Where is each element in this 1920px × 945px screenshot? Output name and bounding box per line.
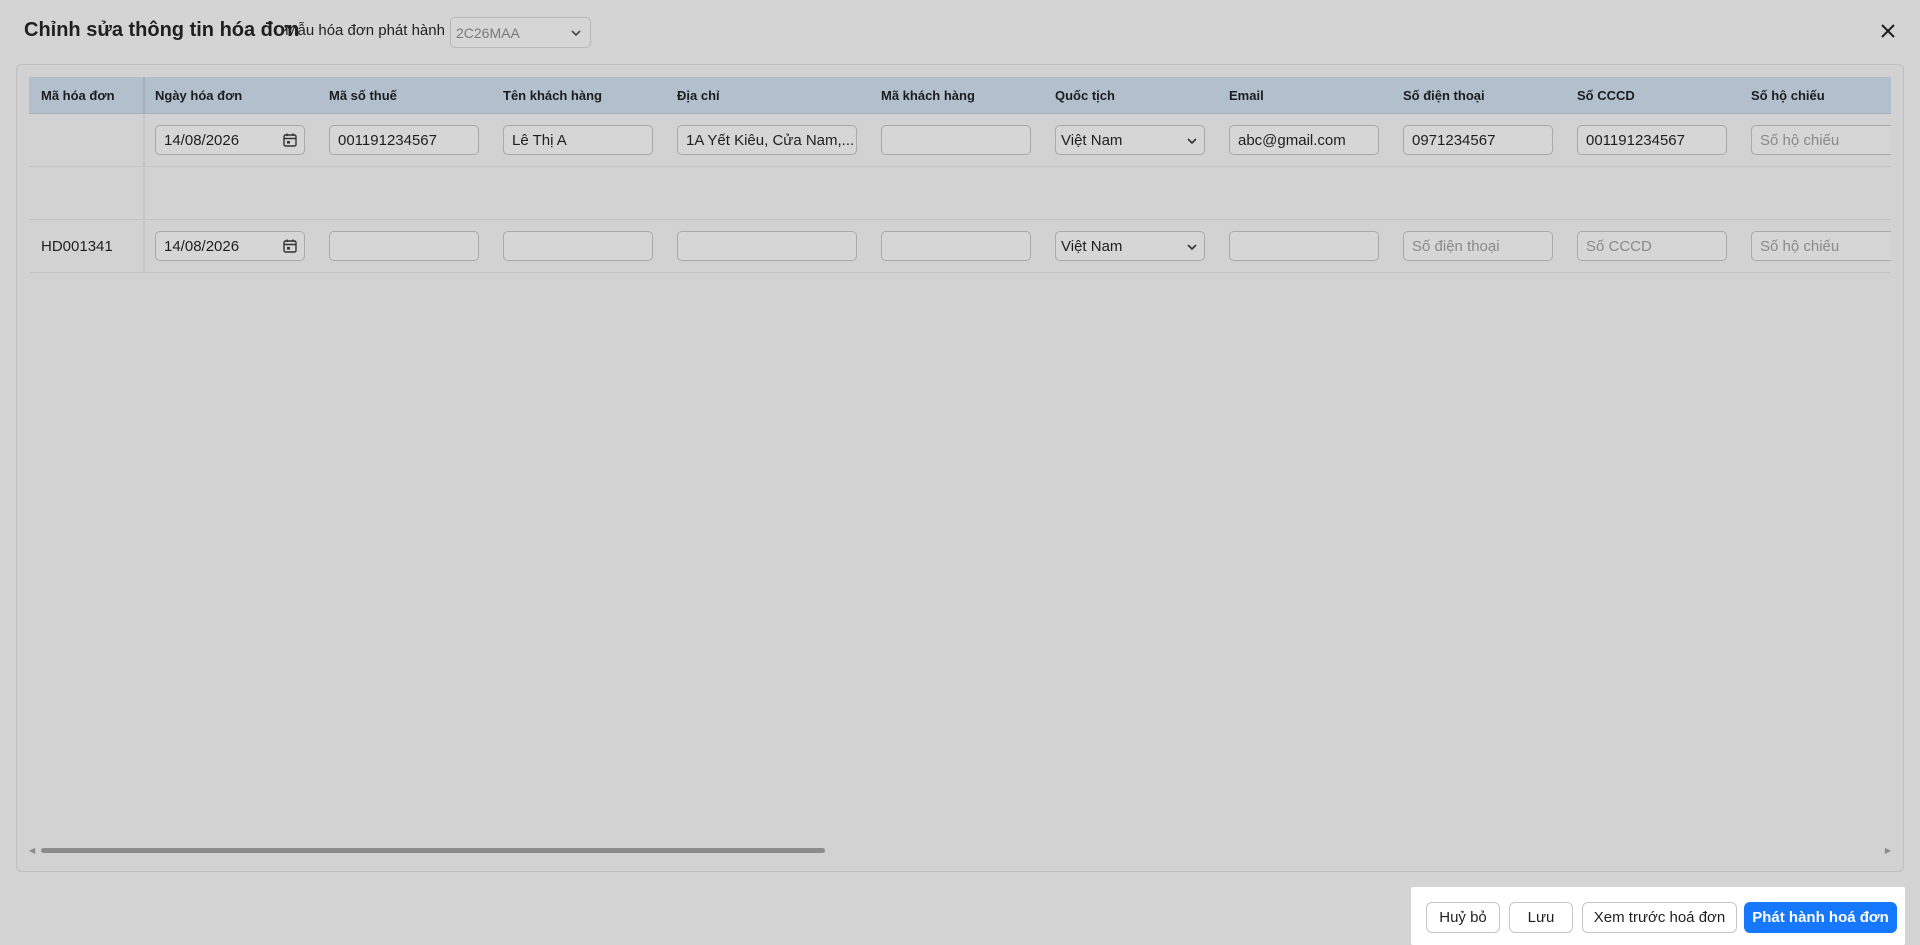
chevron-down-icon xyxy=(571,30,581,37)
dialog-title: Chỉnh sửa thông tin hóa đơn xyxy=(24,19,300,41)
header-divider xyxy=(143,77,145,114)
customer-name-input[interactable]: Lê Thị A xyxy=(503,125,653,155)
phone-input[interactable]: 0971234567 xyxy=(1403,125,1553,155)
customer-code-input[interactable] xyxy=(881,125,1031,155)
tax-code-input[interactable] xyxy=(329,231,479,261)
calendar-icon[interactable] xyxy=(282,238,298,254)
calendar-icon[interactable] xyxy=(282,132,298,148)
nationality-select[interactable]: Việt Nam xyxy=(1055,125,1205,155)
row-divider xyxy=(143,168,145,219)
invoice-date-value: 14/08/2026 xyxy=(164,238,240,255)
dialog-footer: Huỷ bỏ Lưu Xem trước hoá đơn Phát hành h… xyxy=(1411,887,1905,945)
dialog-header: Chỉnh sửa thông tin hóa đơn Mẫu hóa đơn … xyxy=(0,0,1920,64)
save-button[interactable]: Lưu xyxy=(1509,902,1573,933)
scrollbar-thumb[interactable] xyxy=(41,848,825,853)
column-header-customer-name: Tên khách hàng xyxy=(503,88,602,103)
nationality-value: Việt Nam xyxy=(1061,132,1123,149)
column-header-customer-code: Mã khách hàng xyxy=(881,88,975,103)
passport-input[interactable]: Số hộ chiếu xyxy=(1751,125,1891,155)
column-header-email: Email xyxy=(1229,88,1264,103)
invoice-date-value: 14/08/2026 xyxy=(164,132,240,149)
close-icon[interactable] xyxy=(1878,21,1898,41)
invoice-grid: Mã hóa đơn Ngày hóa đơn Mã số thuế Tên k… xyxy=(29,77,1891,849)
row-divider xyxy=(143,115,145,166)
phone-input[interactable]: Số điện thoại xyxy=(1403,231,1553,261)
chevron-down-icon xyxy=(1187,244,1197,251)
template-select-value: 2C26MAA xyxy=(456,24,520,41)
column-header-phone: Số điện thoại xyxy=(1403,88,1485,103)
email-input[interactable] xyxy=(1229,231,1379,261)
cccd-input[interactable]: 001191234567 xyxy=(1577,125,1727,155)
invoice-date-input[interactable]: 14/08/2026 xyxy=(155,231,305,261)
customer-code-input[interactable] xyxy=(881,231,1031,261)
preview-invoice-button[interactable]: Xem trước hoá đơn xyxy=(1582,902,1737,933)
column-header-invoice-code: Mã hóa đơn xyxy=(41,88,115,103)
column-header-cccd: Số CCCD xyxy=(1577,88,1635,103)
cccd-input[interactable]: Số CCCD xyxy=(1577,231,1727,261)
column-header-date: Ngày hóa đơn xyxy=(155,88,243,103)
customer-name-input[interactable] xyxy=(503,231,653,261)
nationality-value: Việt Nam xyxy=(1061,238,1123,255)
cancel-button[interactable]: Huỷ bỏ xyxy=(1426,902,1500,933)
column-header-passport: Số hộ chiếu xyxy=(1751,88,1825,103)
address-input[interactable]: 1A Yết Kiêu, Cửa Nam,... xyxy=(677,125,857,155)
template-label: Mẫu hóa đơn phát hành xyxy=(285,22,445,39)
invoice-date-input[interactable]: 14/08/2026 xyxy=(155,125,305,155)
scroll-right-icon[interactable]: ▶ xyxy=(1885,846,1891,855)
chevron-down-icon xyxy=(1187,138,1197,145)
table-row-empty xyxy=(29,168,1891,220)
passport-input[interactable]: Số hộ chiếu xyxy=(1751,231,1891,261)
column-header-address: Địa chỉ xyxy=(677,88,720,103)
row-divider xyxy=(143,221,145,272)
template-select[interactable]: 2C26MAA xyxy=(450,17,591,48)
table-header: Mã hóa đơn Ngày hóa đơn Mã số thuế Tên k… xyxy=(29,77,1891,114)
issue-invoice-button[interactable]: Phát hành hoá đơn xyxy=(1744,902,1897,933)
scroll-left-icon[interactable]: ◀ xyxy=(29,846,35,855)
column-header-tax-code: Mã số thuế xyxy=(329,88,397,103)
horizontal-scrollbar[interactable]: ◀ ▶ xyxy=(29,845,1891,855)
table-row: HD001341 14/08/2026 Việt Nam Số điện tho… xyxy=(29,221,1891,273)
invoice-code: HD001341 xyxy=(41,238,113,255)
address-input[interactable] xyxy=(677,231,857,261)
invoice-panel: Mã hóa đơn Ngày hóa đơn Mã số thuế Tên k… xyxy=(16,64,1904,872)
tax-code-input[interactable]: 001191234567 xyxy=(329,125,479,155)
email-input[interactable]: abc@gmail.com xyxy=(1229,125,1379,155)
nationality-select[interactable]: Việt Nam xyxy=(1055,231,1205,261)
table-row: 14/08/2026 001191234567 Lê Thị A 1A Yết … xyxy=(29,115,1891,167)
column-header-nationality: Quốc tịch xyxy=(1055,88,1115,103)
